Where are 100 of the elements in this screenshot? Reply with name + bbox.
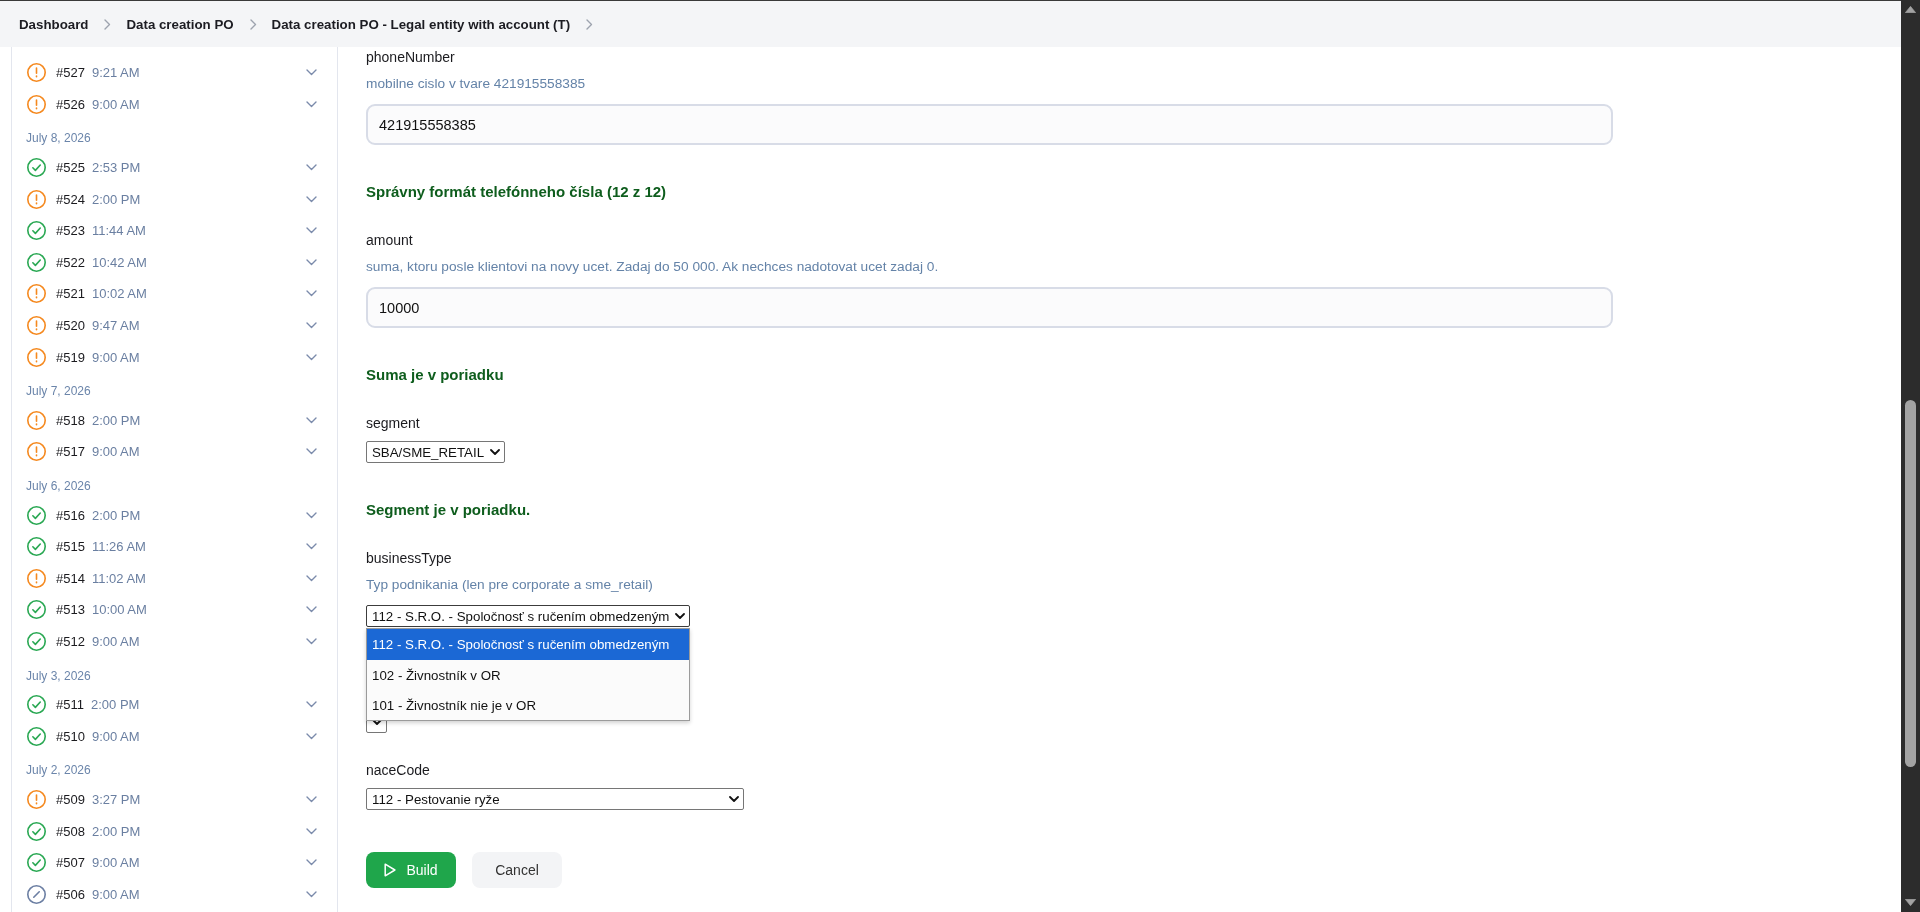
chevron-down-icon[interactable] xyxy=(306,100,317,108)
validation-message: Segment je v poriadku. xyxy=(366,500,532,520)
build-number[interactable]: #506 xyxy=(56,886,85,902)
build-number[interactable]: #508 xyxy=(56,823,85,839)
build-time: 9:00 AM xyxy=(91,96,140,112)
breadcrumb-link[interactable]: Data creation PO - Legal entity with account (T) xyxy=(271,16,571,32)
validation-message: Suma je v poriadku xyxy=(366,365,505,385)
chevron-down-icon[interactable] xyxy=(306,795,317,803)
field-description: Typ podnikania (len pre corporate a sme_retail) xyxy=(366,576,654,594)
build-number[interactable]: #510 xyxy=(56,728,85,744)
chevron-down-icon[interactable] xyxy=(306,353,317,361)
chevron-down-icon[interactable] xyxy=(306,606,317,614)
select-field[interactable]: 112 - S.R.O. - Spoločnosť s ručením obmedzeným xyxy=(366,605,691,627)
build-number[interactable]: #511 xyxy=(56,697,84,713)
check-circle-icon xyxy=(27,600,46,620)
date-label: July 8, 2026 xyxy=(26,131,91,146)
scrollbar[interactable] xyxy=(1901,0,1920,912)
build-number[interactable]: #515 xyxy=(56,539,85,555)
cancel-button[interactable]: Cancel xyxy=(472,852,562,888)
field-description: mobilne cislo v tvare 421915558385 xyxy=(366,75,587,93)
build-number[interactable]: #507 xyxy=(56,855,85,871)
dropdown-option[interactable]: 101 - Živnostník nie je v OR xyxy=(367,690,690,720)
validation-message: Správny formát telefónneho čísla (12 z 12) xyxy=(366,182,668,202)
build-number[interactable]: #526 xyxy=(56,96,85,112)
chevron-down-icon xyxy=(675,613,686,619)
build-time: 2:00 PM xyxy=(91,191,141,207)
chevron-down-icon[interactable] xyxy=(306,638,317,645)
check-circle-icon xyxy=(27,695,46,715)
select-field[interactable]: 112 - Pestovanie ryže xyxy=(366,788,744,810)
breadcrumb-link[interactable]: Data creation PO xyxy=(126,16,234,32)
field-label: amount xyxy=(366,231,414,250)
check-circle-icon xyxy=(27,221,46,241)
build-time: 3:27 PM xyxy=(91,791,141,807)
build-number[interactable]: #525 xyxy=(56,160,85,176)
chevron-down-icon[interactable] xyxy=(306,701,317,709)
build-number[interactable]: #517 xyxy=(56,444,85,460)
chevron-down-icon[interactable] xyxy=(306,543,317,551)
exclamation-circle-icon xyxy=(27,316,46,336)
build-time: 2:00 PM xyxy=(91,507,141,523)
build-number[interactable]: #518 xyxy=(56,412,85,428)
date-label: July 7, 2026 xyxy=(26,384,91,399)
build-number[interactable]: #509 xyxy=(56,791,85,807)
chevron-down-icon xyxy=(729,796,739,802)
build-number[interactable]: #514 xyxy=(56,570,85,586)
scrollbar-thumb[interactable] xyxy=(1905,400,1916,767)
build-time: 11:44 AM xyxy=(91,223,146,239)
chevron-down-icon[interactable] xyxy=(306,859,317,867)
build-number[interactable]: #522 xyxy=(56,254,85,270)
build-number[interactable]: #523 xyxy=(56,223,85,239)
chevron-down-icon[interactable] xyxy=(306,69,317,77)
chevron-down-icon[interactable] xyxy=(306,227,317,235)
exclamation-circle-icon xyxy=(27,189,46,209)
build-time: 9:00 AM xyxy=(91,855,140,871)
build-number[interactable]: #519 xyxy=(56,349,85,365)
build-time: 2:00 PM xyxy=(91,412,141,428)
check-circle-icon xyxy=(27,252,46,272)
scroll-up-icon[interactable] xyxy=(1905,6,1916,13)
build-time: 9:47 AM xyxy=(91,318,140,334)
build-time: 9:21 AM xyxy=(91,65,140,81)
build-time: 9:00 AM xyxy=(91,886,140,902)
chevron-down-icon[interactable] xyxy=(306,322,317,330)
dropdown-option[interactable]: 112 - S.R.O. - Spoločnosť s ručením obmedzeným xyxy=(367,629,690,660)
slash-circle-icon xyxy=(27,884,46,904)
chevron-down-icon[interactable] xyxy=(306,574,317,582)
chevron-down-icon[interactable] xyxy=(306,890,317,898)
chevron-down-icon[interactable] xyxy=(306,448,317,456)
build-number[interactable]: #516 xyxy=(56,507,85,523)
date-label: July 3, 2026 xyxy=(26,668,91,683)
build-number[interactable]: #512 xyxy=(56,634,85,649)
check-circle-icon xyxy=(27,726,46,746)
build-number[interactable]: #527 xyxy=(56,65,85,81)
check-circle-icon xyxy=(27,537,46,557)
select-field[interactable]: SBA/SME_RETAIL xyxy=(366,441,506,463)
play-icon xyxy=(384,863,397,877)
build-time: 9:00 AM xyxy=(91,728,140,744)
build-number[interactable]: #513 xyxy=(56,602,85,618)
chevron-down-icon[interactable] xyxy=(306,416,317,424)
breadcrumb-link[interactable]: Dashboard xyxy=(19,16,89,32)
build-number[interactable]: #521 xyxy=(56,286,85,302)
dropdown-option[interactable]: 102 - Živnostník v OR xyxy=(367,660,690,690)
chevron-right-icon xyxy=(586,18,594,30)
field-label: naceCode xyxy=(366,761,431,780)
build-time: 2:00 PM xyxy=(90,697,140,713)
date-label: July 2, 2026 xyxy=(26,763,91,778)
chevron-down-icon[interactable] xyxy=(306,827,317,835)
chevron-down-icon[interactable] xyxy=(306,511,317,519)
build-time: 2:53 PM xyxy=(91,160,141,176)
chevron-down-icon[interactable] xyxy=(306,164,317,172)
scroll-down-icon[interactable] xyxy=(1905,899,1916,906)
input-field[interactable]: 421915558385 xyxy=(366,104,1613,145)
chevron-down-icon[interactable] xyxy=(306,195,317,203)
chevron-down-icon[interactable] xyxy=(306,258,317,266)
chevron-down-icon[interactable] xyxy=(306,732,317,740)
chevron-down-icon[interactable] xyxy=(306,290,317,298)
date-label: July 6, 2026 xyxy=(26,479,91,493)
exclamation-circle-icon xyxy=(27,568,46,588)
build-number[interactable]: #520 xyxy=(56,318,85,334)
input-field[interactable]: 10000 xyxy=(366,287,1613,328)
build-number[interactable]: #524 xyxy=(56,191,85,207)
exclamation-circle-icon xyxy=(27,347,46,367)
